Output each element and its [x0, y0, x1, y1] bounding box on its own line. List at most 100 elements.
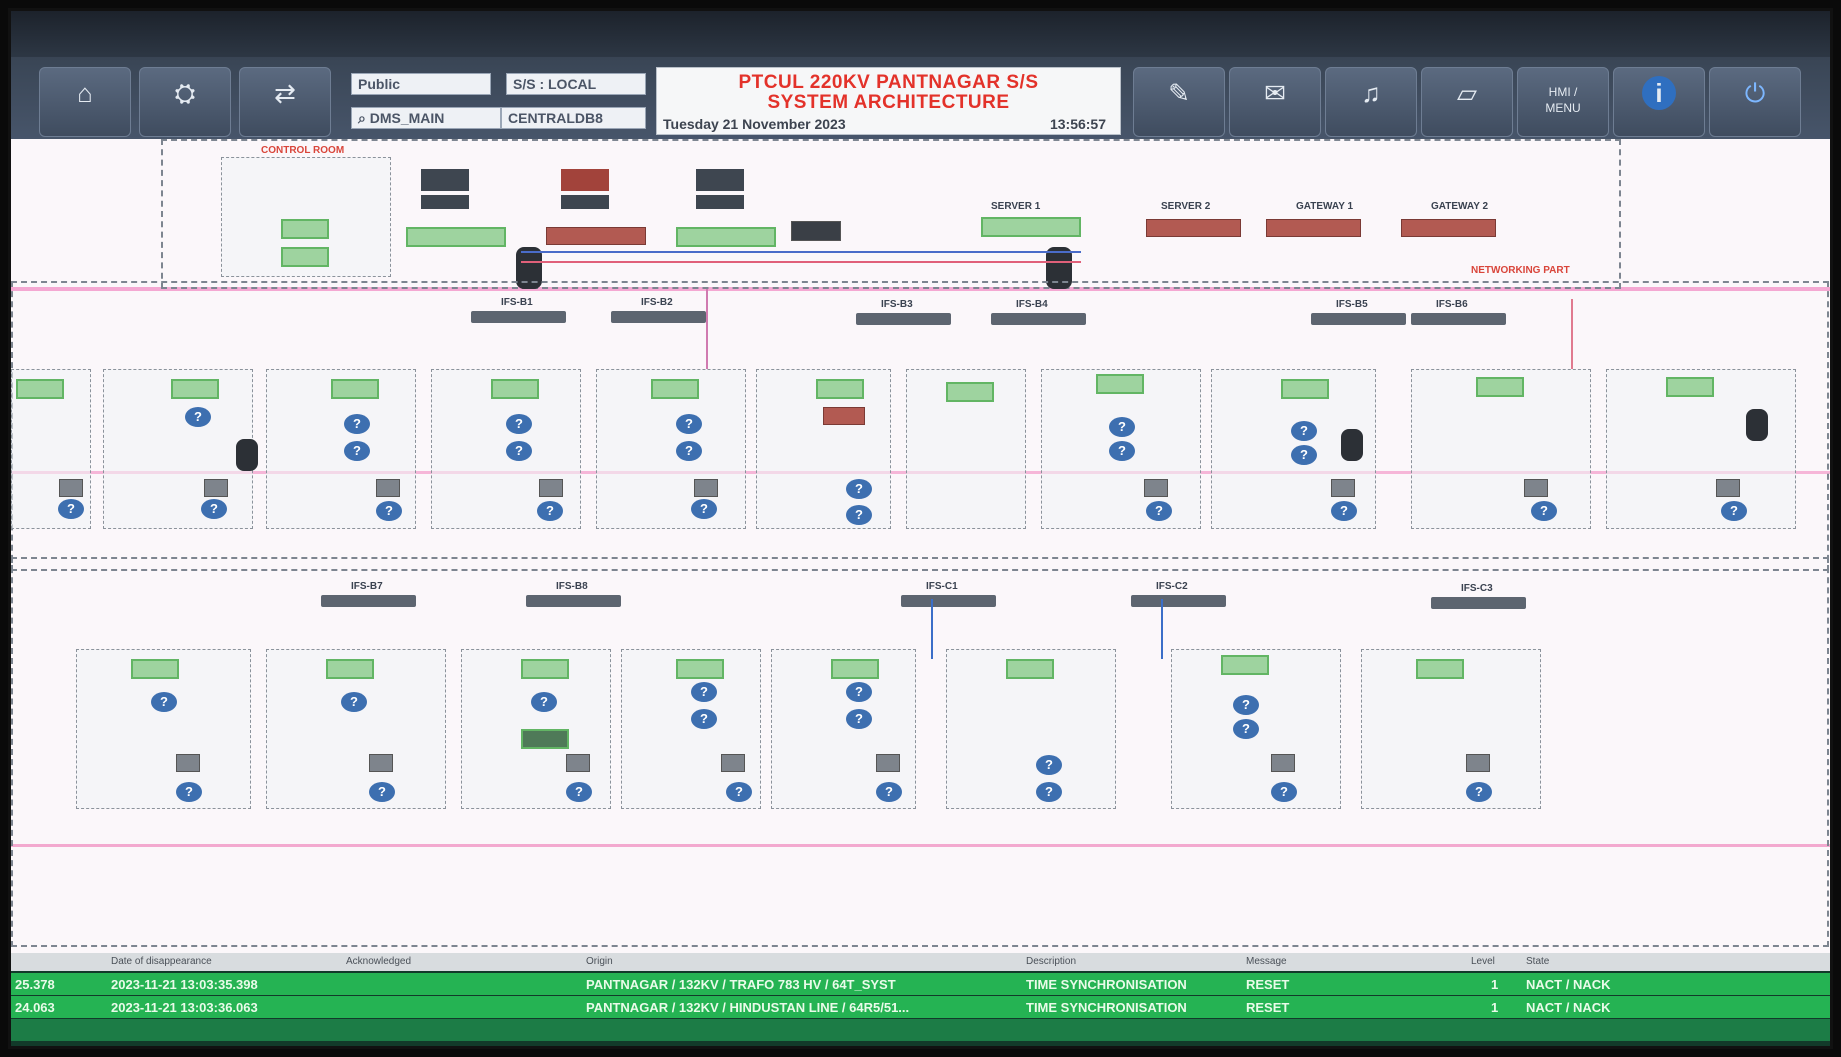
relay-device[interactable] — [521, 729, 569, 749]
switch-device[interactable] — [236, 439, 258, 471]
sync-button[interactable]: ⇄ — [239, 67, 331, 137]
switch-ifs-b8[interactable] — [526, 595, 621, 607]
help-icon[interactable]: ? — [1036, 782, 1062, 802]
help-icon[interactable]: ? — [58, 499, 84, 519]
search-field[interactable]: ⌕ DMS_MAIN — [351, 107, 501, 129]
signature-button[interactable]: ✎ — [1133, 67, 1225, 137]
help-icon[interactable]: ? — [344, 441, 370, 461]
gateway2-device[interactable] — [1401, 219, 1496, 237]
help-icon[interactable]: ? — [676, 414, 702, 434]
help-icon[interactable]: ? — [691, 499, 717, 519]
bcu-device[interactable] — [16, 379, 64, 399]
eraser-button[interactable]: ▱ — [1421, 67, 1513, 137]
bcu-device[interactable] — [331, 379, 379, 399]
help-icon[interactable]: ? — [151, 692, 177, 712]
hmi-1-device[interactable] — [406, 227, 506, 247]
help-icon[interactable]: ? — [506, 414, 532, 434]
help-icon[interactable]: ? — [506, 441, 532, 461]
help-icon[interactable]: ? — [1271, 782, 1297, 802]
gps-device[interactable] — [281, 219, 329, 239]
help-icon[interactable]: ? — [1036, 755, 1062, 775]
alarm-bell-button[interactable]: ♫ — [1325, 67, 1417, 137]
home-button[interactable]: ⌂ — [39, 67, 131, 137]
help-icon[interactable]: ? — [846, 709, 872, 729]
relay-device[interactable] — [823, 407, 865, 425]
help-icon[interactable]: ? — [201, 499, 227, 519]
help-icon[interactable]: ? — [376, 501, 402, 521]
workstation-1[interactable] — [421, 169, 469, 209]
help-icon[interactable]: ? — [341, 692, 367, 712]
power-button[interactable]: ⏻ — [1709, 67, 1801, 137]
bcu-device[interactable] — [651, 379, 699, 399]
help-icon[interactable]: ? — [1291, 421, 1317, 441]
bcu-device[interactable] — [171, 379, 219, 399]
switch-device[interactable] — [1746, 409, 1768, 441]
printer-device[interactable] — [791, 221, 841, 241]
help-icon[interactable]: ? — [344, 414, 370, 434]
help-icon[interactable]: ? — [1146, 501, 1172, 521]
help-icon[interactable]: ? — [676, 441, 702, 461]
mail-button[interactable]: ✉ — [1229, 67, 1321, 137]
help-icon[interactable]: ? — [369, 782, 395, 802]
switch-ifs-c2[interactable] — [1131, 595, 1226, 607]
gateway1-device[interactable] — [1266, 219, 1361, 237]
alarm-row[interactable] — [11, 1019, 1830, 1041]
info-button[interactable]: i — [1613, 67, 1705, 137]
switch-ifs-c1[interactable] — [901, 595, 996, 607]
help-icon[interactable]: ? — [691, 709, 717, 729]
help-icon[interactable]: ? — [726, 782, 752, 802]
help-icon[interactable]: ? — [876, 782, 902, 802]
help-icon[interactable]: ? — [1466, 782, 1492, 802]
help-icon[interactable]: ? — [566, 782, 592, 802]
help-icon[interactable]: ? — [846, 682, 872, 702]
help-icon[interactable]: ? — [1109, 441, 1135, 461]
hmi-2-device[interactable] — [546, 227, 646, 245]
help-icon[interactable]: ? — [531, 692, 557, 712]
help-icon[interactable]: ? — [1109, 417, 1135, 437]
switch-ifs-b7[interactable] — [321, 595, 416, 607]
bcu-device[interactable] — [816, 379, 864, 399]
help-icon[interactable]: ? — [185, 407, 211, 427]
server2-device[interactable] — [1146, 219, 1241, 237]
bcu-device[interactable] — [491, 379, 539, 399]
help-icon[interactable]: ? — [1331, 501, 1357, 521]
workstation-2[interactable] — [561, 169, 609, 209]
gps-device-2[interactable] — [281, 247, 329, 267]
bcu-device[interactable] — [131, 659, 179, 679]
bcu-device[interactable] — [1096, 374, 1144, 394]
help-icon[interactable]: ? — [537, 501, 563, 521]
bcu-device[interactable] — [1006, 659, 1054, 679]
alarm-row[interactable]: 24.063 2023-11-21 13:03:36.063 PANTNAGAR… — [11, 996, 1830, 1018]
help-icon[interactable]: ? — [1531, 501, 1557, 521]
bcu-device[interactable] — [521, 659, 569, 679]
switch-ifs-c3[interactable] — [1431, 597, 1526, 609]
network-button[interactable]: ⛭ — [139, 67, 231, 137]
bcu-device[interactable] — [1416, 659, 1464, 679]
hmi-menu-button[interactable]: HMI / MENU — [1517, 67, 1609, 137]
bcu-device[interactable] — [946, 382, 994, 402]
bcu-device[interactable] — [1476, 377, 1524, 397]
switch-ifs-b1[interactable] — [471, 311, 566, 323]
bcu-device[interactable] — [676, 659, 724, 679]
help-icon[interactable]: ? — [176, 782, 202, 802]
workstation-3[interactable] — [696, 169, 744, 209]
help-icon[interactable]: ? — [1721, 501, 1747, 521]
alarm-row[interactable]: 25.378 2023-11-21 13:03:35.398 PANTNAGAR… — [11, 973, 1830, 995]
help-icon[interactable]: ? — [846, 505, 872, 525]
centralized-db-field[interactable]: CENTRALDB8 — [501, 107, 646, 129]
switch-ifs-b3[interactable] — [856, 313, 951, 325]
help-icon[interactable]: ? — [1233, 695, 1259, 715]
bcu-device[interactable] — [1281, 379, 1329, 399]
help-icon[interactable]: ? — [846, 479, 872, 499]
switch-device[interactable] — [1341, 429, 1363, 461]
bcu-device[interactable] — [1666, 377, 1714, 397]
hmi-3-device[interactable] — [676, 227, 776, 247]
help-icon[interactable]: ? — [1233, 719, 1259, 739]
bcu-device[interactable] — [326, 659, 374, 679]
switch-ifs-b4[interactable] — [991, 313, 1086, 325]
substation-mode-field[interactable]: S/S : LOCAL — [506, 73, 646, 95]
help-icon[interactable]: ? — [691, 682, 717, 702]
server1-device[interactable] — [981, 217, 1081, 237]
user-field[interactable]: Public — [351, 73, 491, 95]
help-icon[interactable]: ? — [1291, 445, 1317, 465]
